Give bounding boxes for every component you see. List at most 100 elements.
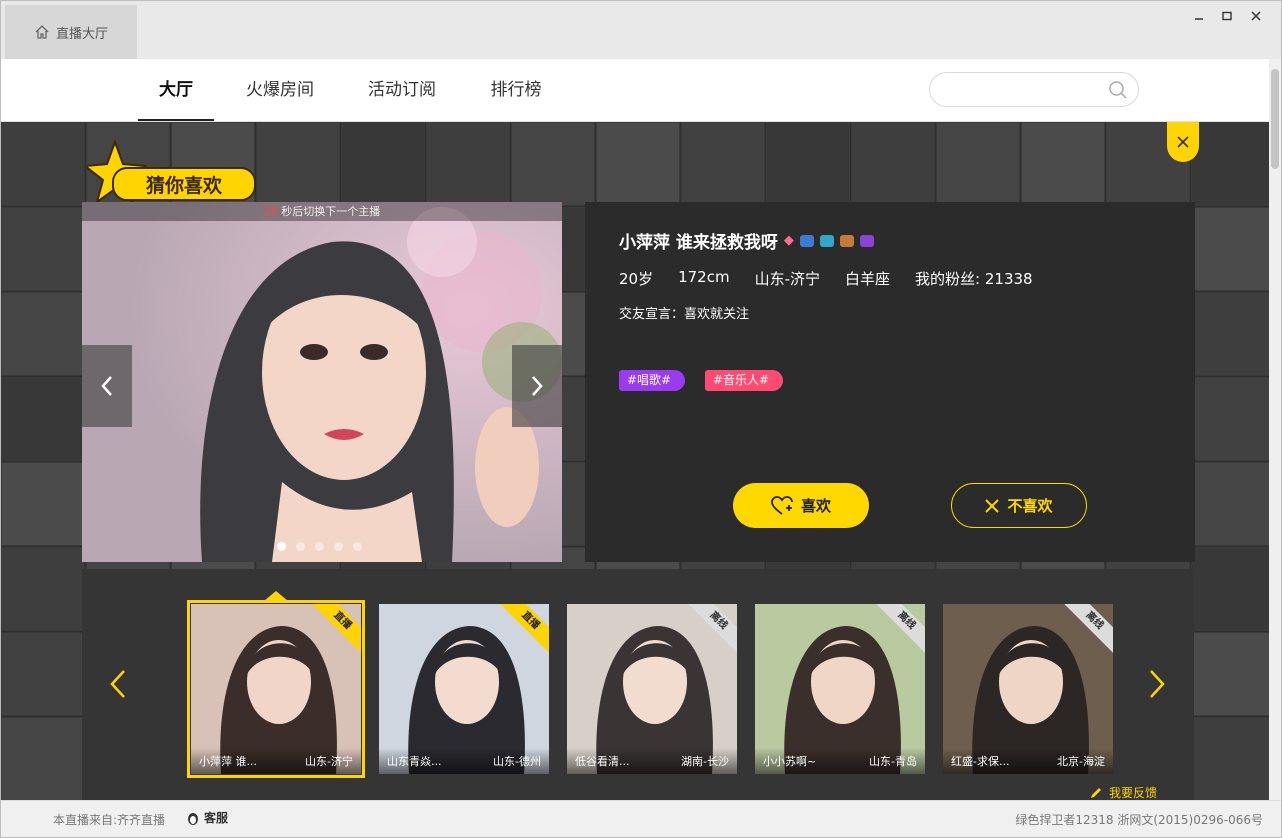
search-input[interactable] (944, 79, 1094, 101)
pagination-dot[interactable] (353, 542, 362, 551)
nav-hot-rooms[interactable]: 火爆房间 (237, 59, 323, 121)
background-tile (1, 377, 85, 461)
background-tile (1191, 377, 1269, 461)
countdown-number: 28 (263, 205, 278, 218)
anchor-thumbnail[interactable]: 离线 小小苏啊~ 山东-青岛 (755, 604, 925, 774)
level-badge-icon (799, 234, 814, 247)
thumbnail-name: 红盛-求保... (951, 755, 1010, 768)
next-photo-button[interactable] (512, 345, 562, 427)
customer-service-label: 客服 (204, 811, 229, 825)
anchor-thumbnail[interactable]: 离线 低谷看清... 湖南-长沙 (567, 604, 737, 774)
prev-photo-button[interactable] (82, 345, 132, 427)
recommend-area: 猜你喜欢 28 秒后切换下一个主播 小萍萍 谁来拯救我呀 ◆ 20岁 172cm… (1, 122, 1269, 800)
featured-photo[interactable]: 28 秒后切换下一个主播 (82, 202, 562, 562)
featured-photo-image (82, 202, 562, 562)
pagination-dot[interactable] (296, 542, 305, 551)
background-tile (1191, 547, 1269, 631)
chevron-left-icon (110, 670, 125, 698)
thumbnail-caption: 小小苏啊~ 山东-青岛 (755, 748, 925, 774)
background-tile (1191, 207, 1269, 291)
tab-label: 直播大厅 (55, 26, 108, 42)
minimize-button[interactable] (1186, 7, 1212, 25)
dislike-button[interactable]: 不喜欢 (951, 483, 1087, 528)
close-window-button[interactable] (1243, 7, 1269, 25)
thumbnail-location: 湖南-长沙 (681, 755, 729, 768)
tab-live-hall[interactable]: 直播大厅 (5, 5, 137, 59)
nav-hall[interactable]: 大厅 (138, 59, 214, 121)
anchor-location: 山东-济宁 (754, 270, 821, 288)
carousel-prev-button[interactable] (108, 669, 128, 699)
background-tile (766, 122, 850, 206)
tag-musician[interactable]: #音乐人# (705, 370, 784, 391)
medal-icon (839, 234, 854, 247)
license-text: 绿色捍卫者12318 浙网文(2015)0296-066号 (1015, 813, 1263, 827)
tag-sing[interactable]: #唱歌# (619, 370, 686, 391)
level-badge-icon (819, 234, 834, 247)
like-button[interactable]: 喜欢 (733, 483, 869, 528)
background-tile (256, 122, 340, 206)
anchor-thumbnail[interactable]: 离线 红盛-求保... 北京-海淀 (943, 604, 1113, 774)
background-tile (1191, 632, 1269, 716)
vertical-scrollbar[interactable] (1269, 59, 1281, 800)
app-window: 直播大厅 大厅 火爆房间 活动订阅 排行榜 猜你喜欢 28 秒后切换下一个主播 … (0, 0, 1282, 838)
countdown-bar: 28 秒后切换下一个主播 (82, 202, 562, 221)
nav-event-subscription[interactable]: 活动订阅 (359, 59, 445, 121)
search-icon[interactable] (1108, 80, 1128, 100)
title-bar: 直播大厅 (1, 1, 1281, 59)
background-tile (851, 122, 935, 206)
close-recommend-button[interactable] (1167, 122, 1199, 162)
anchor-thumbnail[interactable]: 直播 山东青焱... 山东-德州 (379, 604, 549, 774)
background-tile (1191, 462, 1269, 546)
thumbnail-location: 山东-德州 (493, 755, 541, 768)
chevron-right-icon (1150, 670, 1165, 698)
close-icon (985, 498, 1000, 513)
background-tile (936, 122, 1020, 206)
guess-you-like-badge: 猜你喜欢 (87, 140, 256, 205)
background-tile (681, 122, 765, 206)
thumbnail-name: 小小苏啊~ (763, 755, 817, 768)
anchor-stats: 20岁 172cm 山东-济宁 白羊座 我的粉丝: 21338 (619, 268, 1033, 289)
maximize-button[interactable] (1214, 7, 1240, 25)
chevron-left-icon (101, 376, 112, 396)
pagination-dot[interactable] (334, 542, 343, 551)
thumbnail-name: 小萍萍 谁... (199, 755, 257, 768)
countdown-text: 秒后切换下一个主播 (281, 205, 381, 218)
feedback-label: 我要反馈 (1109, 786, 1158, 800)
background-tile (1, 292, 85, 376)
pagination-dot[interactable] (315, 542, 324, 551)
anchor-name-row: 小萍萍 谁来拯救我呀 ◆ (619, 228, 874, 253)
dislike-label: 不喜欢 (1007, 497, 1053, 515)
thumbnail-location: 北京-海淀 (1057, 755, 1105, 768)
anchor-declaration: 交友宣言：喜欢就关注 (619, 307, 750, 322)
pagination-dot[interactable] (277, 542, 286, 551)
status-footer: 本直播来自:齐齐直播 客服 绿色捍卫者12318 浙网文(2015)0296-0… (1, 800, 1281, 837)
anchor-carousel: 直播 小萍萍 谁... 山东-济宁 直播 山东青焱... 山东-德州 离线 低谷看清... 湖南… (82, 569, 1194, 800)
penguin-icon (188, 812, 198, 825)
heart-plus-icon (771, 495, 793, 515)
anchor-age: 20岁 (619, 270, 654, 288)
thumbnail-location: 山东-青岛 (869, 755, 917, 768)
minimize-icon (1195, 18, 1203, 20)
background-tile (1, 207, 85, 291)
anchor-height: 172cm (678, 268, 730, 286)
anchor-zodiac: 白羊座 (845, 270, 891, 288)
source-text: 本直播来自:齐齐直播 (53, 813, 166, 827)
carousel-next-button[interactable] (1147, 669, 1167, 699)
close-icon (1251, 11, 1261, 21)
diamond-icon: ◆ (783, 233, 794, 248)
pencil-icon (1091, 787, 1101, 798)
background-tile (1, 122, 85, 206)
background-tile (1191, 717, 1269, 800)
anchor-thumbnail[interactable]: 直播 小萍萍 谁... 山东-济宁 (187, 600, 365, 778)
thumbnail-caption: 小萍萍 谁... 山东-济宁 (191, 748, 361, 774)
background-tile (1191, 122, 1269, 206)
background-tile (511, 122, 595, 206)
scroll-thumb[interactable] (1271, 69, 1279, 169)
thumbnail-name: 山东青焱... (387, 755, 442, 768)
selection-pointer (264, 591, 288, 601)
anchor-name[interactable]: 小萍萍 谁来拯救我呀 (619, 228, 778, 253)
photo-pagination (277, 542, 362, 551)
customer-service-link[interactable]: 客服 (185, 809, 228, 826)
feedback-link[interactable]: 我要反馈 (1089, 784, 1157, 800)
nav-ranking[interactable]: 排行榜 (481, 59, 551, 121)
